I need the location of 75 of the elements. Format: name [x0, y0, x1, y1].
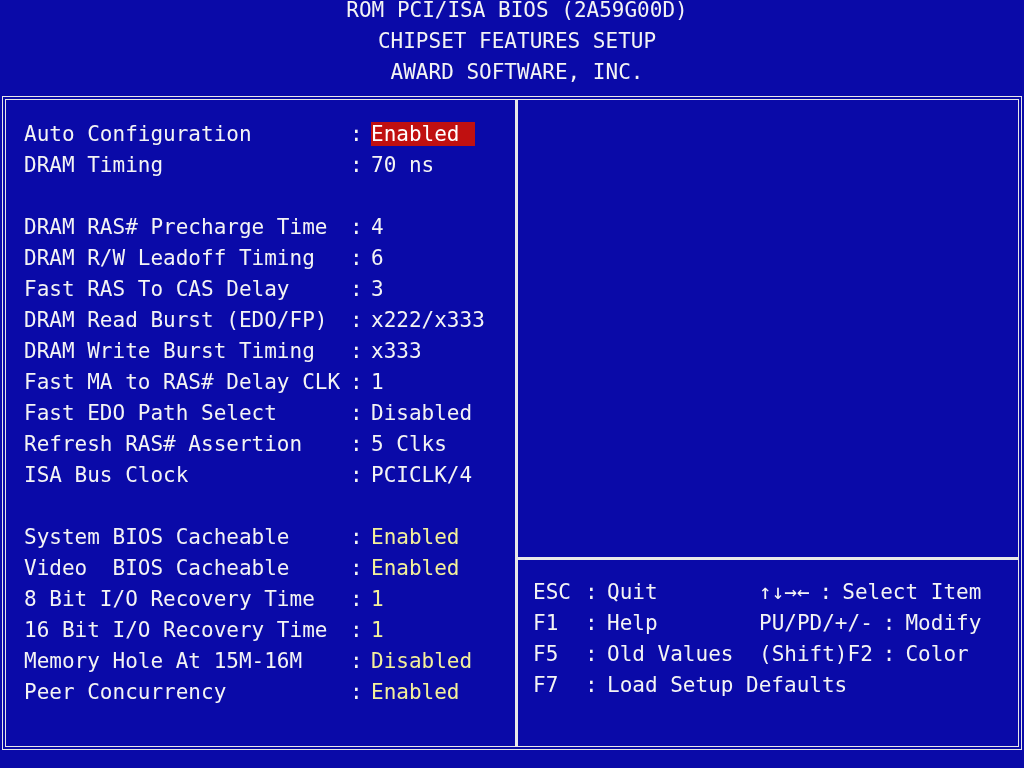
separator: :	[882, 610, 896, 635]
key-name: ↑↓→←	[759, 579, 810, 604]
separator: :	[350, 617, 364, 642]
setting-label: Fast EDO Path Select	[24, 400, 278, 425]
setting-label: Memory Hole At 15M-16M	[24, 648, 304, 673]
key-action: Old Values	[607, 641, 735, 666]
key-action: Color	[905, 641, 969, 666]
setting-value[interactable]: Disabled	[371, 648, 477, 673]
setting-label: Fast RAS To CAS Delay	[24, 276, 291, 301]
setting-label: DRAM Read Burst (EDO/FP)	[24, 307, 329, 332]
setting-value[interactable]: 1	[371, 617, 388, 642]
key-name: PU/PD/+/-	[759, 610, 873, 635]
setting-value[interactable]: Enabled	[371, 121, 475, 146]
key-action: Help	[607, 610, 659, 635]
header-title: CHIPSET FEATURES SETUP	[377, 28, 657, 55]
setting-value[interactable]: Enabled	[371, 524, 464, 549]
separator: :	[882, 641, 896, 666]
separator: :	[350, 679, 364, 704]
key-name: ESC	[533, 579, 572, 604]
separator: :	[585, 641, 599, 666]
setting-label: Peer Concurrency	[24, 679, 228, 704]
separator: :	[350, 152, 364, 177]
key-action: Select Item	[842, 579, 982, 604]
separator: :	[350, 245, 364, 270]
separator: :	[350, 648, 364, 673]
separator: :	[350, 121, 364, 146]
separator: :	[350, 307, 364, 332]
setting-value[interactable]: x222/x333	[371, 307, 489, 332]
separator: :	[350, 214, 364, 239]
setting-label: Fast MA to RAS# Delay CLK	[24, 369, 342, 394]
separator: :	[585, 610, 599, 635]
setting-label: System BIOS Cacheable	[24, 524, 291, 549]
key-action: Quit	[607, 579, 659, 604]
setting-value[interactable]: Enabled	[371, 555, 464, 580]
separator: :	[350, 586, 364, 611]
setting-label: ISA Bus Clock	[24, 462, 190, 487]
separator: :	[350, 276, 364, 301]
setting-label: 16 Bit I/O Recovery Time	[24, 617, 329, 642]
setting-label: Refresh RAS# Assertion	[24, 431, 304, 456]
setting-label: Auto Configuration	[24, 121, 253, 146]
separator: :	[350, 524, 364, 549]
setting-value[interactable]: 70 ns	[371, 152, 439, 177]
separator: :	[819, 579, 833, 604]
setting-value[interactable]: 5 Clks	[371, 431, 451, 456]
key-action: Modify	[905, 610, 982, 635]
setting-value[interactable]: 6	[371, 245, 388, 270]
setting-value[interactable]: x333	[371, 338, 426, 363]
setting-label: DRAM Timing	[24, 152, 165, 177]
header-title: AWARD SOFTWARE, INC.	[390, 59, 644, 86]
setting-value[interactable]: Disabled	[371, 400, 477, 425]
separator: :	[585, 672, 599, 697]
key-action: Load Setup Defaults	[607, 672, 849, 697]
setting-label: DRAM RAS# Precharge Time	[24, 214, 329, 239]
setting-value[interactable]: 3	[371, 276, 388, 301]
separator: :	[350, 462, 364, 487]
key-name: F7	[533, 672, 560, 697]
setting-value[interactable]: 1	[371, 369, 388, 394]
separator: :	[350, 400, 364, 425]
setting-value[interactable]: PCICLK/4	[371, 462, 477, 487]
setting-value[interactable]: Enabled	[371, 679, 464, 704]
key-name: F1	[533, 610, 560, 635]
key-name: (Shift)F2	[759, 641, 873, 666]
header-title: ROM PCI/ISA BIOS (2A59G00D)	[346, 0, 688, 24]
setting-label: DRAM R/W Leadoff Timing	[24, 245, 316, 270]
separator: :	[350, 338, 364, 363]
separator: :	[350, 431, 364, 456]
setting-label: DRAM Write Burst Timing	[24, 338, 316, 363]
setting-value[interactable]: 1	[371, 586, 388, 611]
setting-value[interactable]: 4	[371, 214, 388, 239]
setting-label: 8 Bit I/O Recovery Time	[24, 586, 316, 611]
setting-label: Video BIOS Cacheable	[24, 555, 291, 580]
separator: :	[350, 555, 364, 580]
separator: :	[350, 369, 364, 394]
key-name: F5	[533, 641, 560, 666]
separator: :	[585, 579, 599, 604]
